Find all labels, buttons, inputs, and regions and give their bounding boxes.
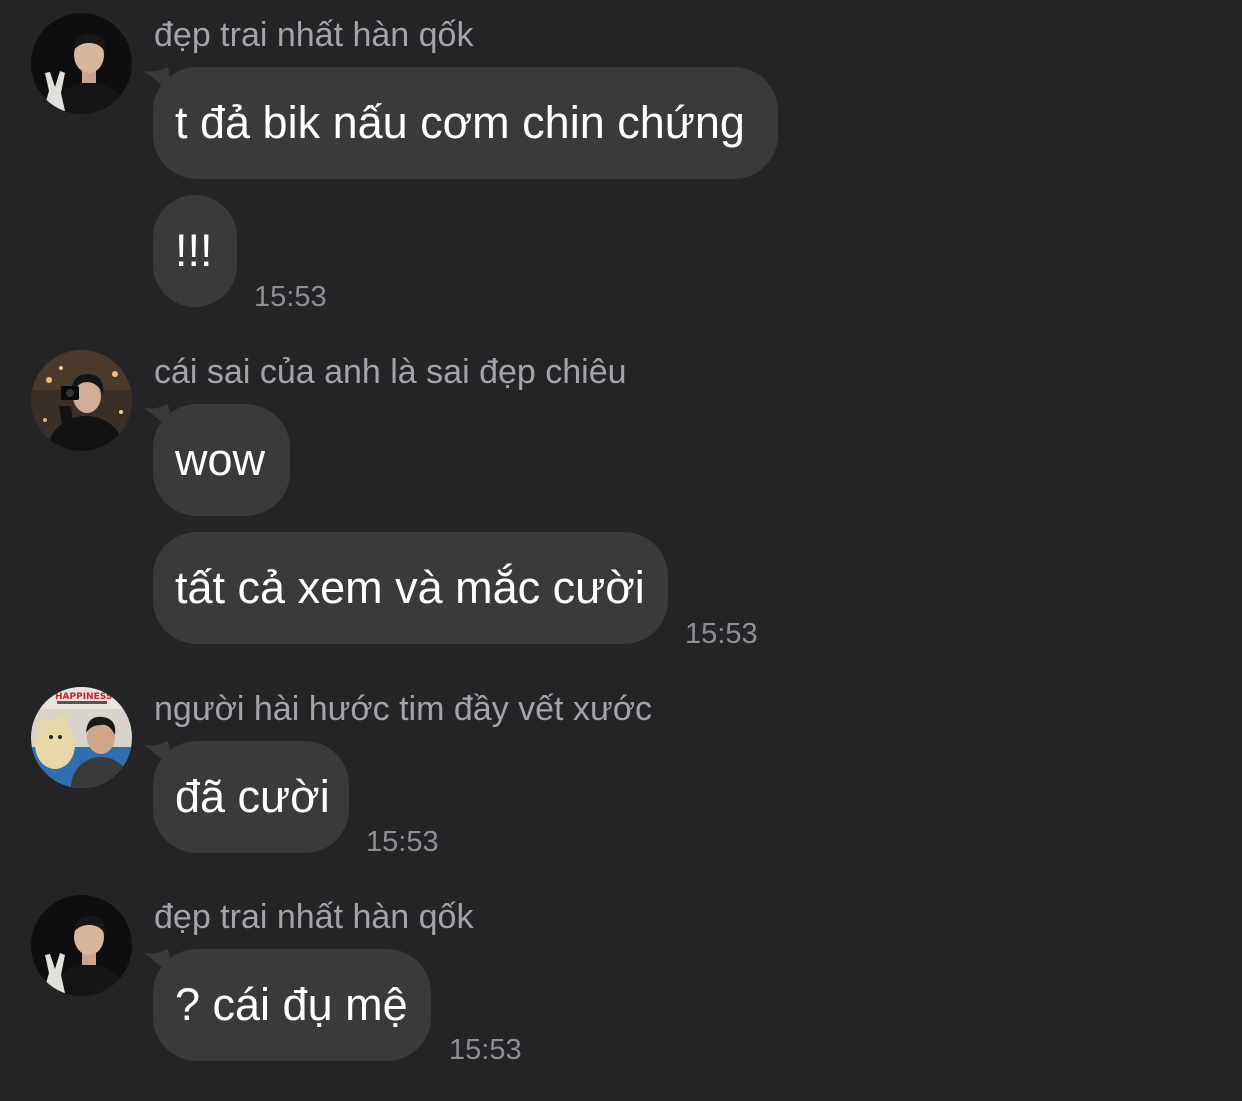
sender-name: đẹp trai nhất hàn qốk	[154, 16, 474, 54]
message-text: ? cái đụ mệ	[175, 979, 408, 1030]
message-timestamp: 15:53	[685, 618, 758, 650]
avatar-man-peace-sign-icon	[31, 13, 132, 114]
message-text: đã cười	[175, 771, 330, 822]
message-timestamp: 15:53	[449, 1034, 522, 1066]
message-bubble[interactable]: t đả bik nấu cơm chin chứng	[144, 67, 778, 179]
sender-name: đẹp trai nhất hàn qốk	[154, 898, 474, 936]
bubble-tail	[144, 741, 174, 771]
message-text: tất cả xem và mắc cười	[175, 562, 645, 613]
sender-name: cái sai của anh là sai đẹp chiêu	[154, 353, 627, 391]
avatar-man-peace-sign-icon	[31, 895, 132, 996]
message-timestamp: 15:53	[366, 826, 439, 858]
message-bubble[interactable]: tất cả xem và mắc cười	[153, 532, 668, 644]
bubble-tail	[144, 404, 174, 434]
message-bubble[interactable]: ? cái đụ mệ	[144, 949, 431, 1061]
avatar-sign-text: HAPPINESS	[55, 692, 112, 702]
sender-name: người hài hước tim đầy vết xước	[154, 690, 652, 728]
message-text: wow	[175, 434, 266, 485]
avatar[interactable]	[31, 13, 132, 114]
avatar-man-with-camera-icon	[31, 350, 132, 451]
message-bubble[interactable]: wow	[144, 404, 290, 516]
bubble-tail	[144, 67, 174, 97]
message-timestamp: 15:53	[254, 281, 327, 313]
message-text: t đả bik nấu cơm chin chứng	[175, 97, 745, 148]
message-bubble[interactable]: đã cười	[144, 741, 349, 853]
avatar[interactable]	[31, 350, 132, 451]
avatar[interactable]: HAPPINESS	[31, 687, 132, 788]
message-text: !!!	[175, 225, 213, 276]
message-bubble[interactable]: !!!	[153, 195, 237, 307]
avatar-man-with-teddy-bear-icon: HAPPINESS	[31, 687, 132, 788]
avatar[interactable]	[31, 895, 132, 996]
bubble-tail	[144, 949, 174, 979]
